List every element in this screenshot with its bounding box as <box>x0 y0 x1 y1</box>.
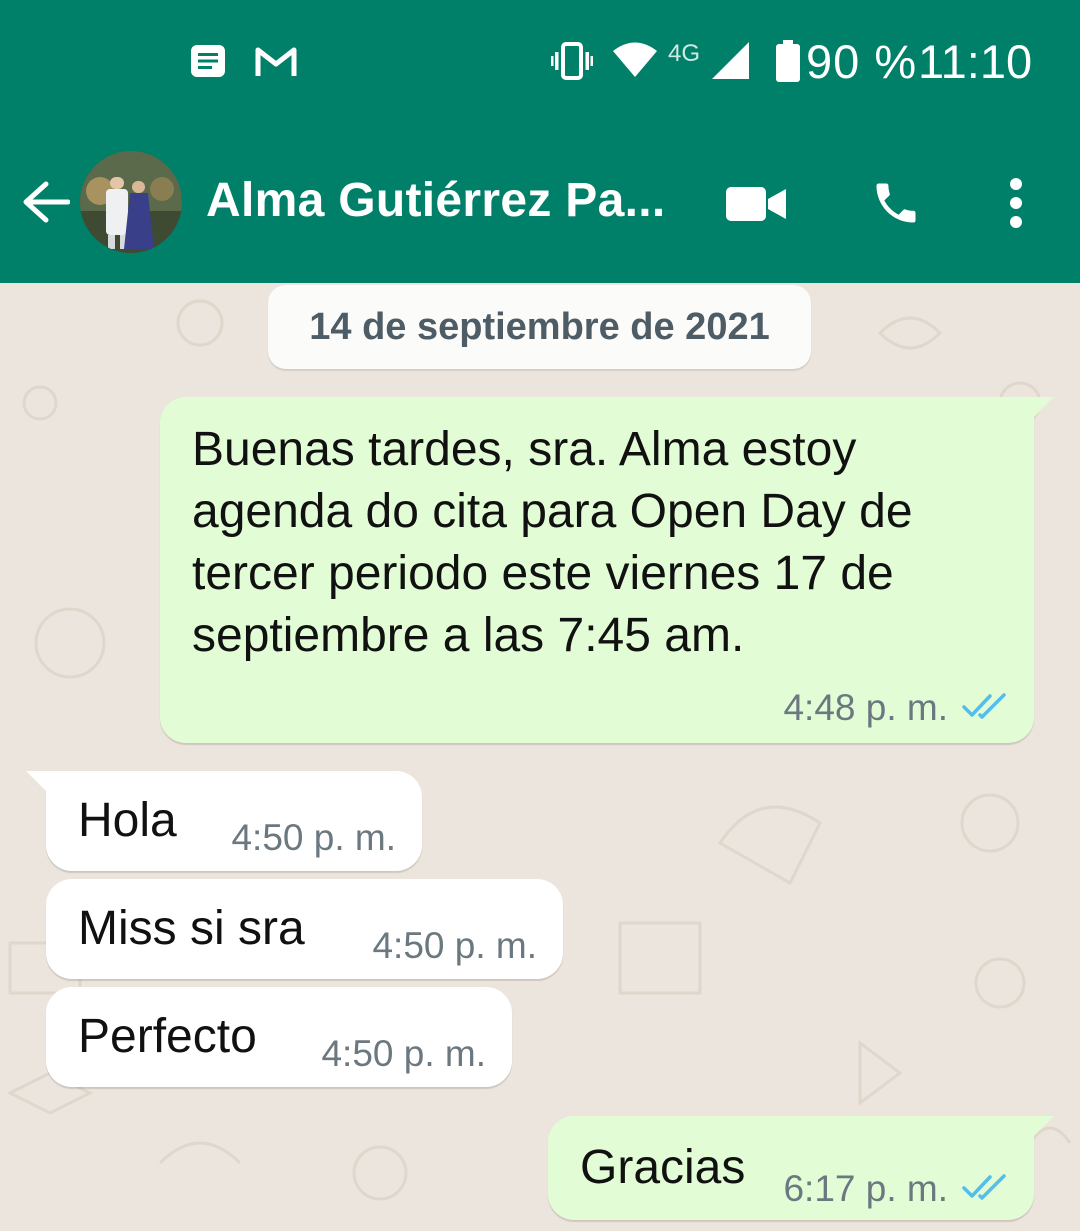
message-outgoing[interactable]: Gracias 6:17 p. m. <box>548 1116 1054 1220</box>
message-incoming[interactable]: Miss si sra 4:50 p. m. <box>46 879 563 979</box>
notes-icon <box>190 44 226 83</box>
message-time: 6:17 p. m. <box>783 1168 948 1209</box>
back-arrow-icon[interactable] <box>22 180 71 229</box>
bubble-tail <box>1032 1116 1054 1138</box>
message-time: 4:50 p. m. <box>372 925 537 966</box>
read-ticks-icon <box>962 687 1008 729</box>
message-time: 4:50 p. m. <box>231 817 396 858</box>
battery-level: 90 % <box>806 35 918 88</box>
avatar[interactable] <box>80 151 182 253</box>
network-type-label: 4G <box>668 40 701 67</box>
message-text: Miss si sra <box>78 902 305 955</box>
bubble-tail <box>1032 397 1054 419</box>
message-meta: 6:17 p. m. <box>783 1168 1008 1210</box>
clock: 11:10 <box>918 35 1033 88</box>
bubble-tail <box>26 771 48 793</box>
chat-area[interactable]: 14 de septiembre de 2021 Buenas tardes, … <box>0 283 1080 1231</box>
message-text: Buenas tardes, sra. Alma estoy agenda do… <box>192 423 913 662</box>
video-call-icon[interactable] <box>726 185 786 228</box>
date-chip: 14 de septiembre de 2021 <box>268 285 811 369</box>
message-time: 4:50 p. m. <box>321 1033 486 1074</box>
chat-header: Alma Gutiérrez Pa... <box>0 125 1080 283</box>
message-text: Perfecto <box>78 1010 257 1063</box>
message-incoming[interactable]: Hola 4:50 p. m. <box>26 771 422 871</box>
contact-name[interactable]: Alma Gutiérrez Pa... <box>206 173 666 228</box>
phone-icon[interactable] <box>870 177 922 234</box>
message-time: 4:48 p. m. <box>783 687 948 728</box>
message-outgoing[interactable]: Buenas tardes, sra. Alma estoy agenda do… <box>160 397 1054 743</box>
read-ticks-icon <box>962 1168 1008 1210</box>
gmail-icon <box>255 46 297 83</box>
message-meta: 4:48 p. m. <box>783 687 1008 729</box>
message-text: Gracias <box>580 1141 746 1194</box>
more-options-icon[interactable] <box>1006 177 1026 234</box>
battery-icon <box>776 40 800 87</box>
message-text: Hola <box>78 794 177 847</box>
message-incoming[interactable]: Perfecto 4:50 p. m. <box>46 987 512 1087</box>
vibrate-icon <box>551 42 593 85</box>
status-bar: 4G 90 % 11:10 <box>0 0 1080 125</box>
signal-icon <box>712 42 750 85</box>
wifi-icon <box>612 42 658 83</box>
